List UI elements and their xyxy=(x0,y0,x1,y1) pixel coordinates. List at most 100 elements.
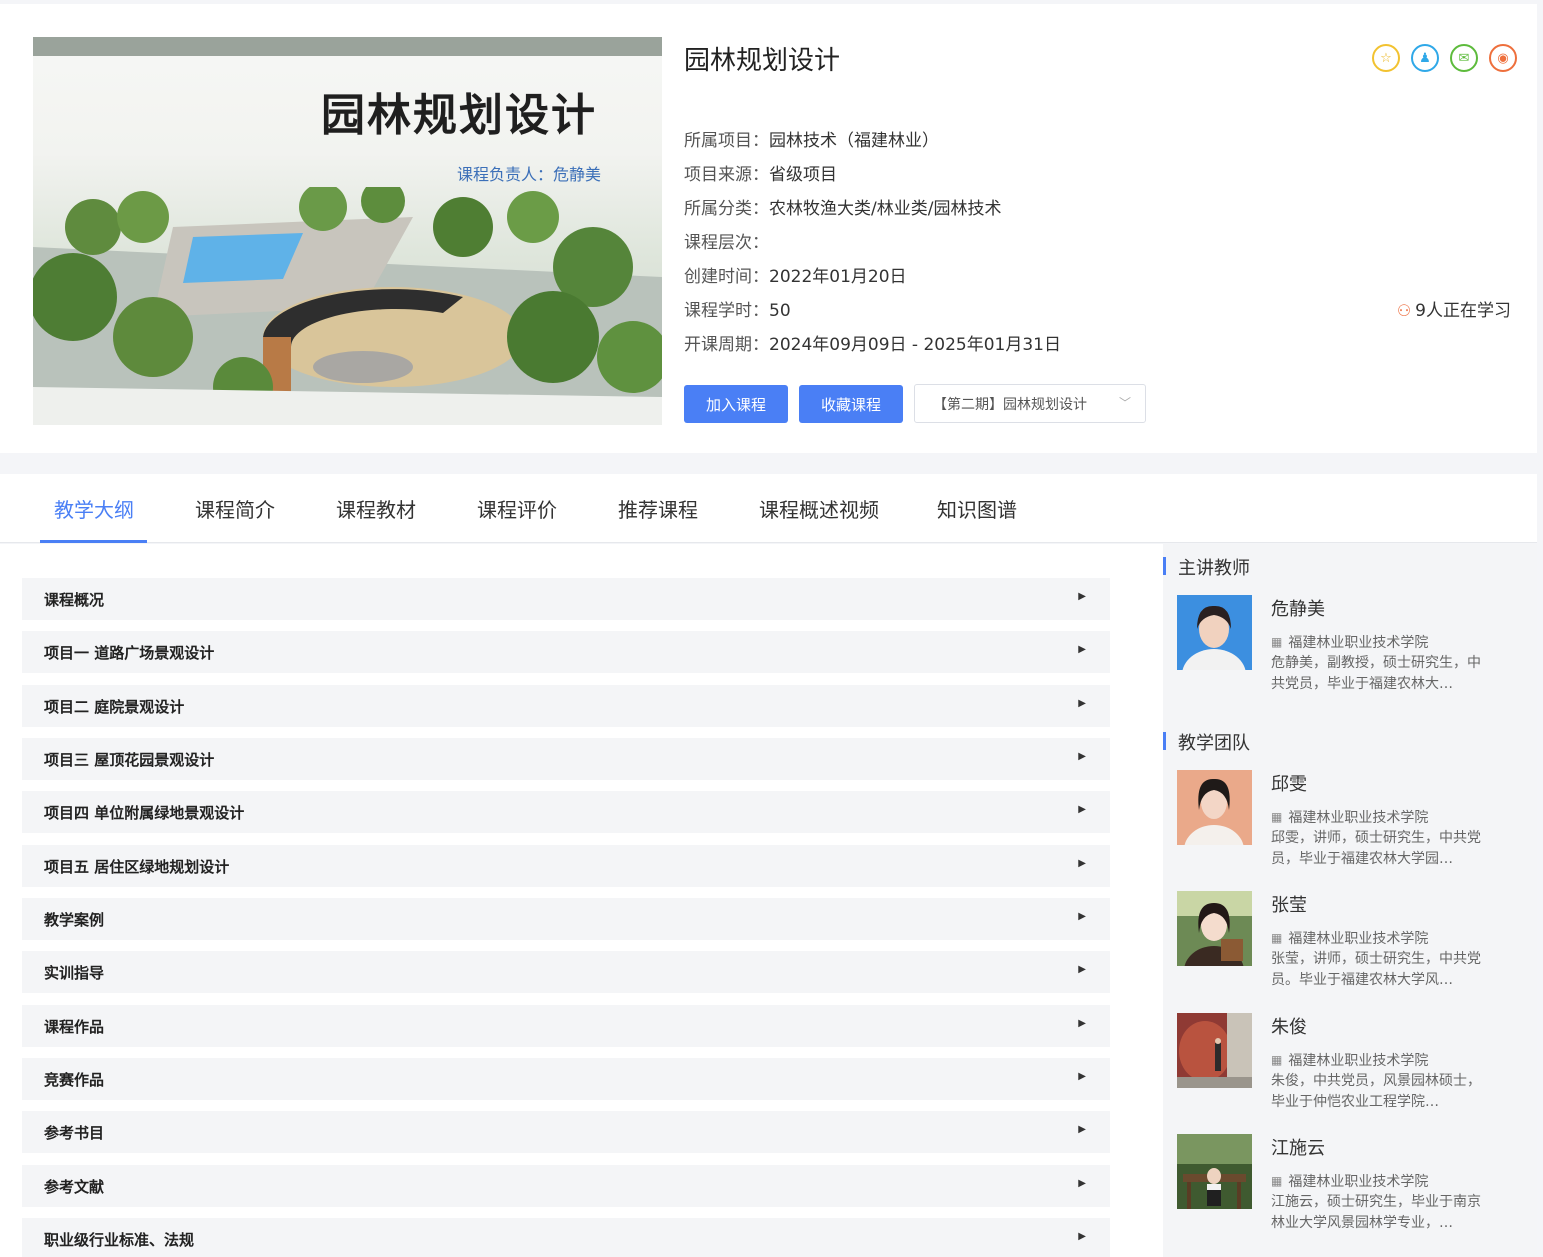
info-row-level: 课程层次： xyxy=(684,230,1524,264)
caret-right-icon: ▶ xyxy=(1078,591,1086,602)
teacher-name: 危静美 xyxy=(1271,599,1325,620)
avatar xyxy=(1177,595,1252,670)
teacher-school: ▦ 福建林业职业技术学院 xyxy=(1271,1171,1428,1191)
chapter-title: 实训指导 xyxy=(44,963,105,982)
info-value: 2024年09月09日 - 2025年01月31日 xyxy=(769,335,1061,355)
building-icon: ▦ xyxy=(1271,1174,1283,1188)
favorite-star-icon[interactable]: ☆ xyxy=(1372,44,1400,72)
teacher-school: ▦ 福建林业职业技术学院 xyxy=(1271,807,1428,827)
caret-right-icon: ▶ xyxy=(1078,1071,1086,1082)
caret-right-icon: ▶ xyxy=(1078,804,1086,815)
course-title: 园林规划设计 xyxy=(684,46,841,76)
garden-scene-illustration xyxy=(33,187,662,425)
teacher-school: ▦ 福建林业职业技术学院 xyxy=(1271,1050,1428,1070)
chapter-item[interactable]: 项目五 居住区绿地规划设计 ▶ xyxy=(22,845,1110,887)
info-value: 50 xyxy=(769,301,791,321)
teacher-name: 朱俊 xyxy=(1271,1017,1307,1038)
share-icons: ☆ ♟ ✉ ◉ xyxy=(1372,44,1517,72)
chapter-title: 项目二 庭院景观设计 xyxy=(44,697,185,716)
teacher-card[interactable]: 邱雯 ▦ 福建林业职业技术学院 邱雯，讲师，硕士研究生，中共党员，毕业于福建农林大… xyxy=(1177,770,1507,880)
chapter-item[interactable]: 课程作品 ▶ xyxy=(22,1005,1110,1047)
course-cover-image: 园林规划设计 课程负责人：危静美 xyxy=(33,37,662,425)
tab-recommended[interactable]: 推荐课程 xyxy=(618,494,698,523)
teacher-name: 张莹 xyxy=(1271,895,1307,916)
tab-syllabus[interactable]: 教学大纲 xyxy=(54,494,134,523)
info-row-created: 创建时间：2022年01月20日 xyxy=(684,264,1524,298)
learning-count-text: 9人正在学习 xyxy=(1415,301,1511,321)
info-value: 2022年01月20日 xyxy=(769,267,907,287)
tab-intro[interactable]: 课程简介 xyxy=(195,494,275,523)
chapter-item[interactable]: 课程概况 ▶ xyxy=(22,578,1110,620)
teacher-description: 朱俊，中共党员，风景园林硕士，毕业于仲恺农业工程学院… xyxy=(1271,1073,1481,1110)
chapter-item[interactable]: 教学案例 ▶ xyxy=(22,898,1110,940)
avatar xyxy=(1177,770,1252,845)
caret-right-icon: ▶ xyxy=(1078,964,1086,975)
wechat-icon[interactable]: ✉ xyxy=(1450,44,1478,72)
teacher-school-name: 福建林业职业技术学院 xyxy=(1288,931,1429,947)
info-label: 课程层次： xyxy=(684,233,769,253)
teacher-school-name: 福建林业职业技术学院 xyxy=(1288,635,1429,651)
teacher-description: 邱雯，讲师，硕士研究生，中共党员，毕业于福建农林大学园… xyxy=(1271,830,1481,867)
course-tabs: 教学大纲 课程简介 课程教材 课程评价 推荐课程 课程概述视频 知识图谱 xyxy=(0,474,1537,543)
favorite-course-button[interactable]: 收藏课程 xyxy=(799,385,903,423)
tab-knowledge-graph[interactable]: 知识图谱 xyxy=(937,494,1017,523)
info-label: 创建时间： xyxy=(684,267,769,287)
teacher-school: ▦ 福建林业职业技术学院 xyxy=(1271,928,1428,948)
teacher-description: 危静美，副教授，硕士研究生，中共党员，毕业于福建农林大… xyxy=(1271,655,1481,692)
chapter-item[interactable]: 项目一 道路广场景观设计 ▶ xyxy=(22,631,1110,673)
info-row-source: 项目来源：省级项目 xyxy=(684,162,1524,196)
info-row-period: 开课周期：2024年09月09日 - 2025年01月31日 xyxy=(684,332,1524,366)
chapter-item[interactable]: 项目三 屋顶花园景观设计 ▶ xyxy=(22,738,1110,780)
chapter-item[interactable]: 职业级行业标准、法规 ▶ xyxy=(22,1218,1110,1257)
tab-overview-video[interactable]: 课程概述视频 xyxy=(759,494,879,523)
teacher-card[interactable]: 江施云 ▦ 福建林业职业技术学院 江施云，硕士研究生，毕业于南京林业大学风景园林学… xyxy=(1177,1134,1507,1244)
chapter-title: 参考文献 xyxy=(44,1177,105,1196)
chapter-title: 项目四 单位附属绿地景观设计 xyxy=(44,803,245,822)
building-icon: ▦ xyxy=(1271,1053,1283,1067)
qq-icon[interactable]: ♟ xyxy=(1411,44,1439,72)
chapter-title: 职业级行业标准、法规 xyxy=(44,1230,195,1249)
building-icon: ▦ xyxy=(1271,635,1283,649)
chapter-title: 课程作品 xyxy=(44,1017,105,1036)
caret-right-icon: ▶ xyxy=(1078,751,1086,762)
learning-count: ⚇ 9人正在学习 xyxy=(1397,298,1511,324)
weibo-icon[interactable]: ◉ xyxy=(1489,44,1517,72)
chapter-item[interactable]: 实训指导 ▶ xyxy=(22,951,1110,993)
caret-right-icon: ▶ xyxy=(1078,911,1086,922)
teacher-card[interactable]: 危静美 ▦ 福建林业职业技术学院 危静美，副教授，硕士研究生，中共党员，毕业于福建… xyxy=(1177,595,1507,705)
term-select-value: 【第二期】园林规划设计 xyxy=(933,396,1087,413)
tab-textbook[interactable]: 课程教材 xyxy=(336,494,416,523)
chapter-title: 竞赛作品 xyxy=(44,1070,105,1089)
teacher-school-name: 福建林业职业技术学院 xyxy=(1288,1053,1429,1069)
chapter-item[interactable]: 竞赛作品 ▶ xyxy=(22,1058,1110,1100)
tab-review[interactable]: 课程评价 xyxy=(477,494,557,523)
active-tab-indicator xyxy=(40,540,147,543)
avatar xyxy=(1177,1134,1252,1209)
teacher-card[interactable]: 朱俊 ▦ 福建林业职业技术学院 朱俊，中共党员，风景园林硕士，毕业于仲恺农业工程学… xyxy=(1177,1013,1507,1123)
cover-subtitle: 课程负责人：危静美 xyxy=(457,165,602,184)
course-header-card: 园林规划设计 课程负责人：危静美 园林规划设计 ☆ ♟ ✉ ◉ 所属项目：园林技… xyxy=(0,4,1537,453)
syllabus-panel: 课程概况 ▶ 项目一 道路广场景观设计 ▶ 项目二 庭院景观设计 ▶ 项目三 屋顶花园… xyxy=(0,544,1134,1257)
chapter-item[interactable]: 项目二 庭院景观设计 ▶ xyxy=(22,685,1110,727)
info-row-category: 所属分类：农林牧渔大类/林业类/园林技术 xyxy=(684,196,1524,230)
teacher-name: 邱雯 xyxy=(1271,774,1307,795)
info-label: 所属项目： xyxy=(684,131,769,151)
building-icon: ▦ xyxy=(1271,931,1283,945)
info-label: 项目来源： xyxy=(684,165,769,185)
caret-right-icon: ▶ xyxy=(1078,1018,1086,1029)
avatar xyxy=(1177,891,1252,966)
teacher-card[interactable]: 张莹 ▦ 福建林业职业技术学院 张莹，讲师，硕士研究生，中共党员。毕业于福建农林大… xyxy=(1177,891,1507,1001)
chapter-title: 项目五 居住区绿地规划设计 xyxy=(44,857,230,876)
caret-right-icon: ▶ xyxy=(1078,698,1086,709)
chapter-item[interactable]: 项目四 单位附属绿地景观设计 ▶ xyxy=(22,791,1110,833)
info-value: 农林牧渔大类/林业类/园林技术 xyxy=(769,199,1002,219)
chapter-item[interactable]: 参考文献 ▶ xyxy=(22,1165,1110,1207)
teacher-description: 张莹，讲师，硕士研究生，中共党员。毕业于福建农林大学风… xyxy=(1271,951,1481,988)
chapter-item[interactable]: 参考书目 ▶ xyxy=(22,1111,1110,1153)
join-course-button[interactable]: 加入课程 xyxy=(684,385,788,423)
info-label: 所属分类： xyxy=(684,199,769,219)
lead-teacher-heading: 主讲教师 xyxy=(1163,554,1250,580)
term-select[interactable]: 【第二期】园林规划设计 ﹀ xyxy=(914,384,1146,423)
cover-top-band xyxy=(33,37,662,56)
info-value: 园林技术（福建林业） xyxy=(769,131,939,151)
